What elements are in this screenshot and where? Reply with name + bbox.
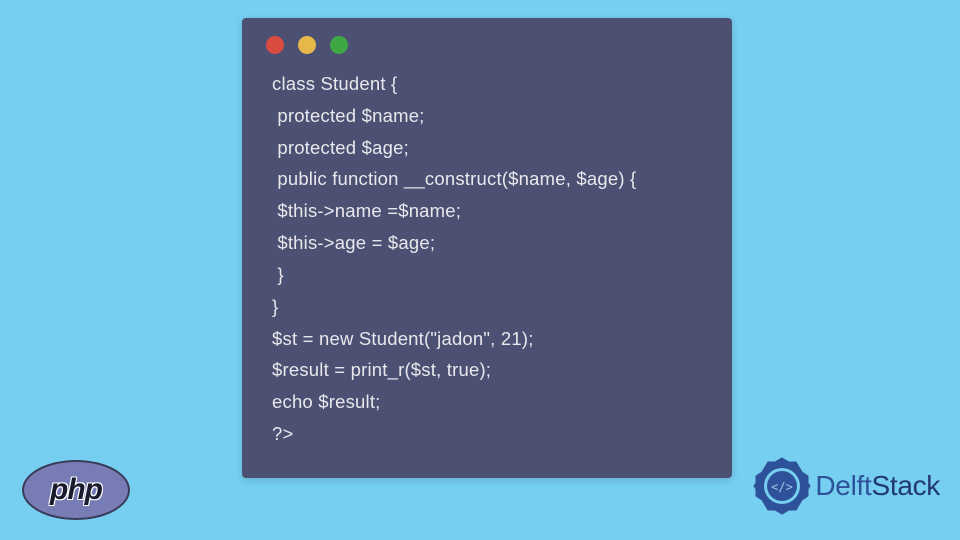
minimize-icon: [298, 36, 316, 54]
code-line: echo $result;: [272, 391, 381, 412]
delftstack-logo: </> DelftStack: [752, 456, 940, 516]
code-line: $st = new Student("jadon", 21);: [272, 328, 534, 349]
code-line: }: [272, 296, 278, 317]
code-line: class Student {: [272, 73, 397, 94]
maximize-icon: [330, 36, 348, 54]
code-line: $this->name =$name;: [272, 200, 461, 221]
php-logo: php: [22, 460, 132, 522]
stack-label: Stack: [871, 470, 940, 501]
svg-text:</>: </>: [772, 480, 794, 494]
code-line: protected $name;: [272, 105, 425, 126]
php-logo-bg: php: [22, 460, 130, 520]
code-line: public function __construct($name, $age)…: [272, 168, 636, 189]
code-line: $result = print_r($st, true);: [272, 359, 491, 380]
php-logo-text: php: [50, 473, 102, 507]
code-line: ?>: [272, 423, 294, 444]
close-icon: [266, 36, 284, 54]
code-line: }: [272, 264, 284, 285]
delft-label: Delft: [815, 470, 871, 501]
code-line: $this->age = $age;: [272, 232, 435, 253]
code-block: class Student { protected $name; protect…: [242, 60, 732, 470]
code-window: class Student { protected $name; protect…: [242, 18, 732, 478]
window-controls: [242, 18, 732, 60]
code-line: protected $age;: [272, 137, 409, 158]
delftstack-text: DelftStack: [815, 470, 940, 502]
gear-icon: </>: [752, 456, 812, 516]
